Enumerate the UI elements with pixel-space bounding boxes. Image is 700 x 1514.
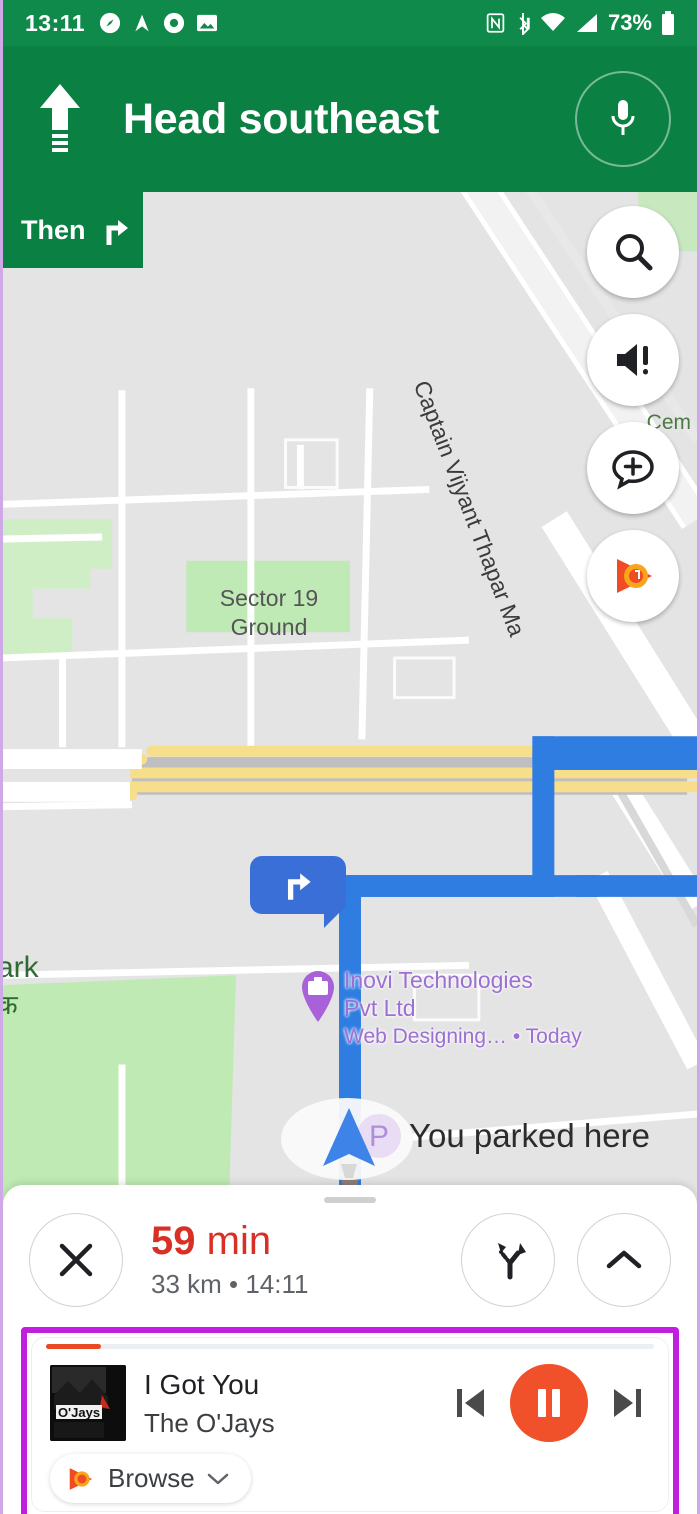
map-action-buttons	[587, 206, 679, 622]
status-bar-left-icons	[99, 12, 218, 34]
add-report-icon	[610, 446, 656, 490]
then-banner: Then	[3, 192, 143, 268]
navigation-instruction: Head southeast	[123, 94, 439, 143]
eta-duration-value: 59	[151, 1219, 196, 1263]
eta-row: 59 min 33 km • 14:11	[3, 1203, 697, 1327]
album-art: O'Jays	[50, 1365, 126, 1441]
poi-subtitle: Web Designing… • Today	[344, 1025, 582, 1049]
route-alternatives-button[interactable]	[461, 1213, 555, 1307]
location-arrow-icon	[132, 12, 152, 34]
navigation-bottom-sheet: 59 min 33 km • 14:11 O'Jays I Got You Th…	[3, 1185, 697, 1514]
report-fab-button[interactable]	[587, 422, 679, 514]
route-fork-icon	[488, 1239, 528, 1281]
track-title: I Got You	[144, 1369, 260, 1400]
track-artist: The O'Jays	[144, 1408, 275, 1438]
map-canvas[interactable]: Then Sector 19 Ground Cem ark क Captain …	[3, 192, 697, 1207]
media-controls	[454, 1364, 650, 1442]
poi-name-line2: Pvt Ltd	[344, 994, 416, 1021]
status-bar-clock: 13:11	[25, 9, 86, 36]
media-play-icon	[64, 1464, 96, 1494]
skip-previous-button[interactable]	[454, 1384, 488, 1422]
play-pause-button[interactable]	[510, 1364, 588, 1442]
media-app-fab-button[interactable]	[587, 530, 679, 622]
search-icon	[611, 230, 655, 274]
signal-icon	[575, 13, 599, 33]
media-play-icon	[608, 553, 658, 599]
map-poi-inovi-technologies[interactable]: Inovi Technologies Pvt Ltd Web Designing…	[298, 967, 582, 1050]
wifi-icon	[540, 13, 566, 33]
microphone-button[interactable]	[575, 71, 671, 167]
parked-here-label: You parked here	[409, 1117, 650, 1154]
straight-arrow-icon	[29, 82, 91, 156]
media-progress-fill	[46, 1344, 101, 1349]
eta-duration: 59 min	[151, 1220, 309, 1262]
browse-button[interactable]: Browse	[50, 1454, 251, 1503]
speaker-alert-icon	[610, 338, 656, 382]
browse-label: Browse	[108, 1463, 195, 1493]
search-fab-button[interactable]	[587, 206, 679, 298]
poi-name-line1: Inovi Technologies	[344, 967, 533, 993]
status-bar: 13:11 73%	[3, 0, 697, 46]
svg-text:P: P	[369, 1120, 389, 1153]
track-info: I Got You The O'Jays	[144, 1367, 436, 1439]
user-location-puck: P	[281, 1098, 425, 1180]
skip-next-icon	[614, 1389, 641, 1417]
close-x-icon	[56, 1240, 96, 1280]
turn-right-icon	[278, 866, 318, 904]
sound-alert-fab-button[interactable]	[587, 314, 679, 406]
skip-next-button[interactable]	[610, 1384, 644, 1422]
svg-text:O'Jays: O'Jays	[58, 1405, 100, 1420]
bluetooth-icon	[515, 12, 531, 35]
navigation-header: Head southeast	[3, 46, 697, 192]
media-player-card[interactable]: O'Jays I Got You The O'Jays Browse	[31, 1337, 669, 1512]
close-navigation-button[interactable]	[29, 1213, 123, 1307]
chevron-down-icon	[207, 1472, 229, 1486]
poi-text-block: Inovi Technologies Pvt Ltd Web Designing…	[344, 967, 582, 1050]
microphone-icon	[608, 97, 638, 141]
phone-screen: 13:11 73% Head southeast Then Sector 19 …	[0, 0, 700, 1514]
media-progress-track[interactable]	[46, 1344, 654, 1349]
record-icon	[163, 12, 185, 34]
status-bar-right-icons: 73%	[485, 10, 675, 36]
nfc-icon	[485, 12, 506, 34]
pause-icon	[533, 1385, 565, 1421]
eta-text-block: 59 min 33 km • 14:11	[151, 1220, 309, 1300]
media-row: O'Jays I Got You The O'Jays	[50, 1364, 650, 1442]
turn-right-icon	[98, 212, 134, 248]
chevron-up-icon	[604, 1247, 644, 1273]
then-label: Then	[21, 214, 86, 245]
battery-icon	[661, 11, 675, 35]
eta-distance-and-arrival: 33 km • 14:11	[151, 1269, 309, 1299]
expand-sheet-button[interactable]	[577, 1213, 671, 1307]
route-turn-bubble	[250, 856, 346, 928]
briefcase-pin-icon	[298, 967, 338, 1023]
skip-previous-icon	[457, 1389, 484, 1417]
eta-duration-unit: min	[206, 1219, 272, 1263]
photo-icon	[196, 13, 218, 33]
compass-icon	[99, 12, 121, 34]
battery-percent-label: 73%	[607, 10, 652, 35]
media-player-highlight: O'Jays I Got You The O'Jays Browse	[21, 1327, 679, 1514]
